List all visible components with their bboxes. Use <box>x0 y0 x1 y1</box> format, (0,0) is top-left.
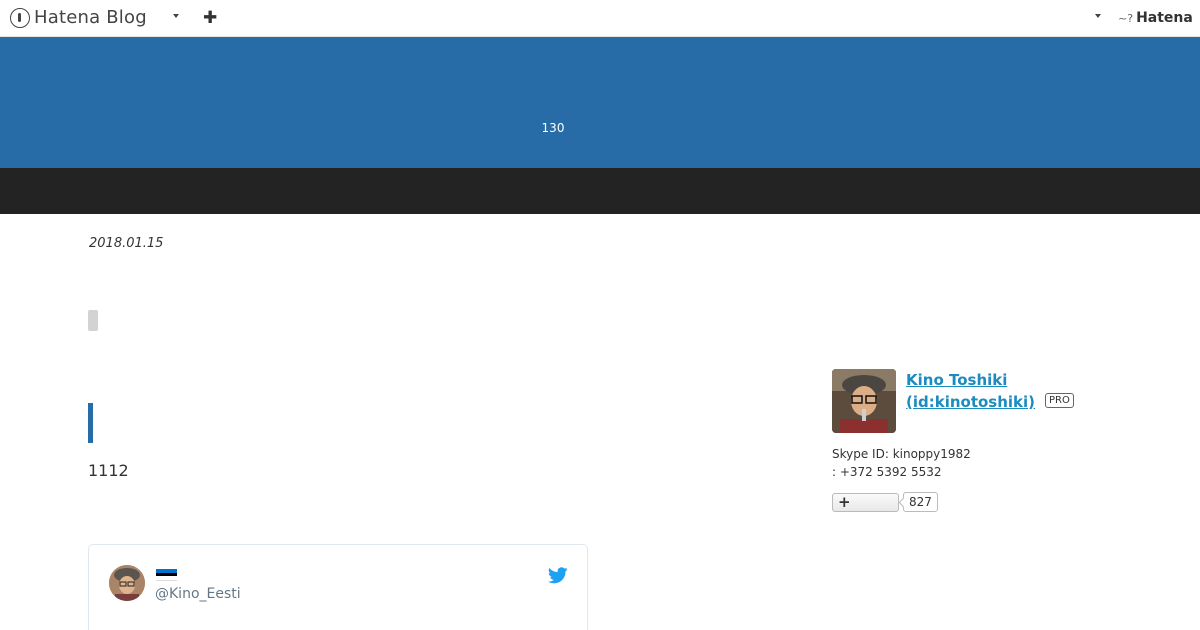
hatena-brand-link[interactable]: ~? Hatena <box>1118 10 1193 26</box>
profile-skype-id: Skype ID: kinoppy1982 <box>832 447 971 461</box>
profile-avatar[interactable] <box>832 369 896 433</box>
follow-button[interactable]: + <box>832 493 899 512</box>
hatena-brand-text: Hatena <box>1136 10 1193 26</box>
tweet-author-avatar[interactable] <box>109 565 145 601</box>
estonia-flag-icon <box>156 569 177 582</box>
hatena-brand-icon: ~? <box>1118 11 1134 25</box>
blog-nav-bar <box>0 168 1200 214</box>
new-post-plus-button[interactable]: ✚ <box>203 9 217 27</box>
blog-title-banner: 130 <box>0 37 1200 168</box>
profile-phone: : +372 5392 5532 <box>832 465 942 479</box>
pro-badge: PRO <box>1045 393 1074 408</box>
tweet-author-handle[interactable]: @Kino_Eesti <box>155 586 241 602</box>
follower-count[interactable]: 827 <box>903 492 938 512</box>
profile-name-link[interactable]: Kino Toshiki (id:kinotoshiki) <box>906 369 1046 413</box>
hatena-blog-logo[interactable]: Hatena Blog <box>10 7 147 28</box>
entry-body-text: 1112 <box>88 461 129 480</box>
global-header: Hatena Blog ✚ ~? Hatena <box>0 0 1200 37</box>
user-menu-caret-icon[interactable] <box>1095 14 1101 18</box>
follow-plus-icon: + <box>838 493 851 511</box>
entry-date[interactable]: 2018.01.15 <box>89 236 163 251</box>
profile-id[interactable]: (id:kinotoshiki) <box>906 391 1046 413</box>
twitter-bird-icon[interactable] <box>548 567 568 584</box>
profile-description: Skype ID: kinoppy1982 : +372 5392 5532 <box>832 445 971 481</box>
blog-title[interactable]: 130 <box>0 121 1153 135</box>
hatena-blog-logo-icon <box>10 7 30 28</box>
embedded-tweet-card[interactable]: @Kino_Eesti <box>88 544 588 630</box>
category-chip[interactable] <box>88 310 98 331</box>
blog-menu-caret-icon[interactable] <box>173 14 179 18</box>
profile-display-name[interactable]: Kino Toshiki <box>906 369 1046 391</box>
hatena-blog-logo-text: Hatena Blog <box>34 7 147 28</box>
section-heading-marker <box>88 403 93 443</box>
